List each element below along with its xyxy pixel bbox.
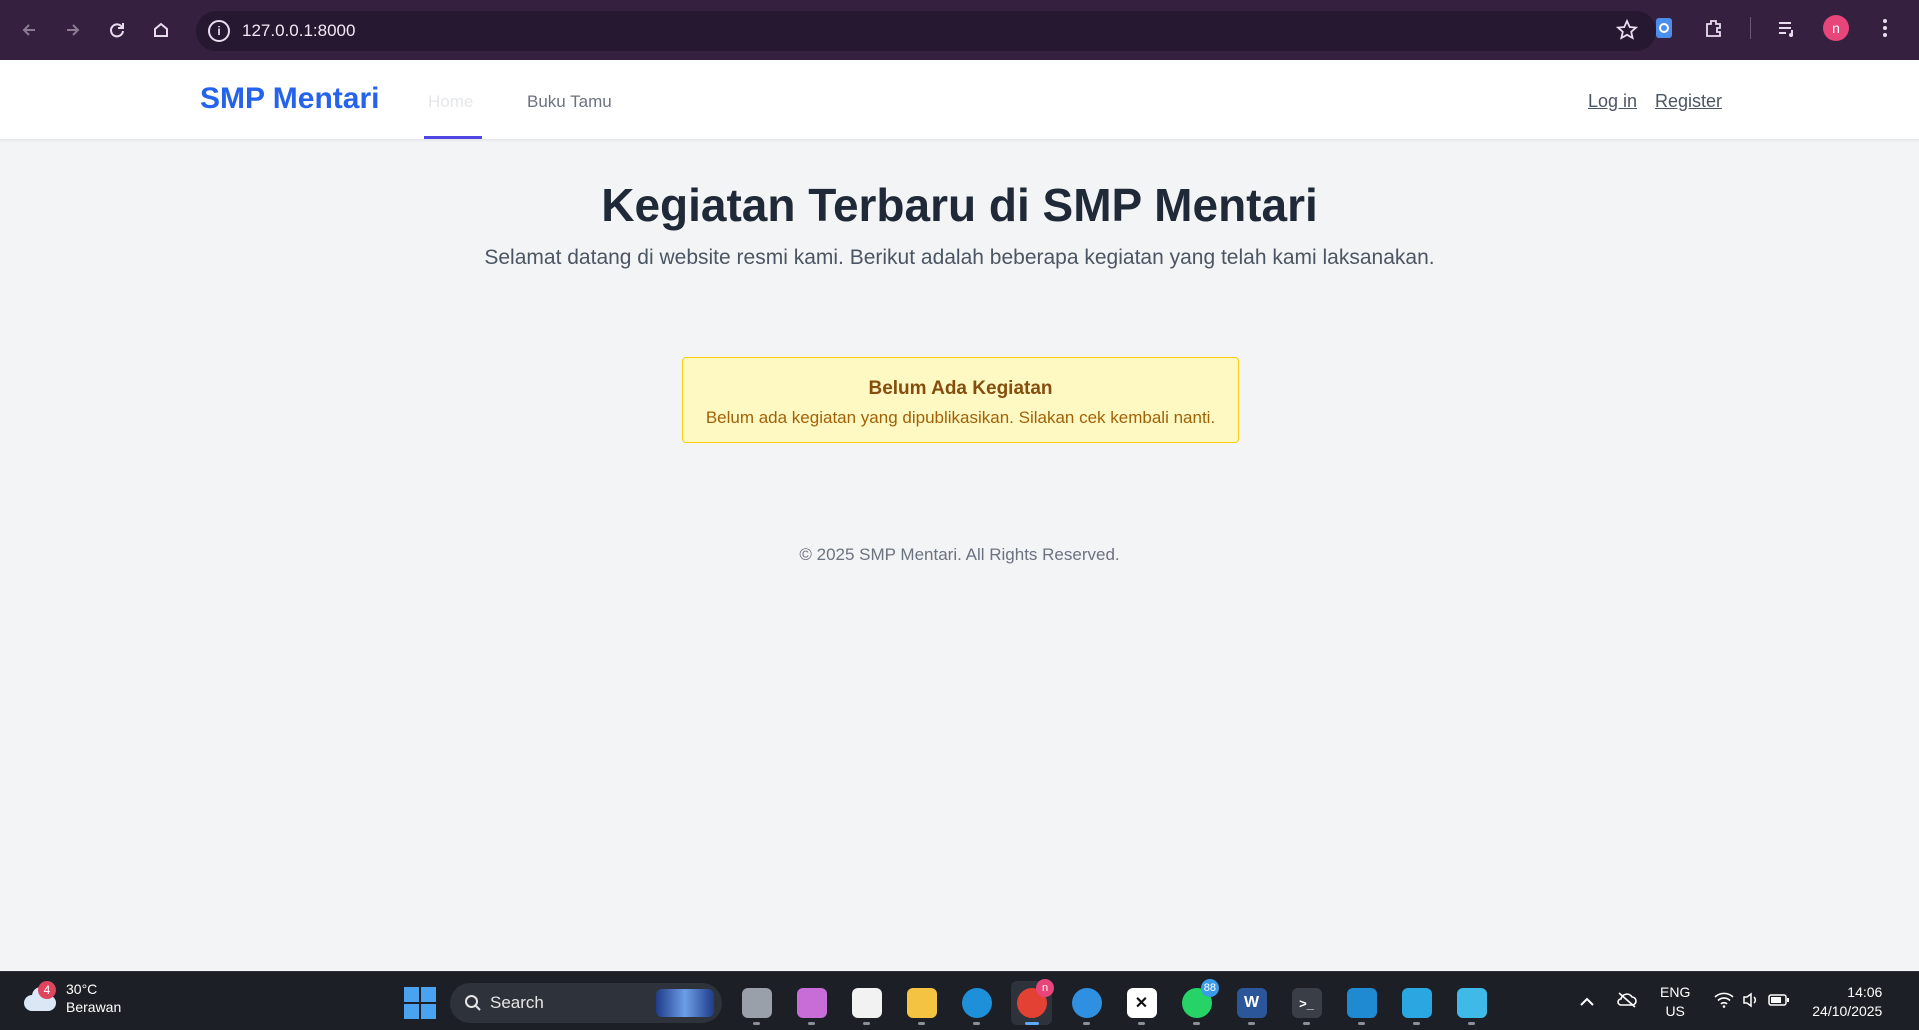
- microsoft-store-icon-glyph: [851, 988, 882, 1018]
- app-icon-blue[interactable]: [1396, 981, 1437, 1025]
- search-highlight-image: [656, 989, 714, 1017]
- running-indicator: [1413, 1022, 1420, 1025]
- site-brand[interactable]: SMP Mentari: [200, 82, 380, 116]
- cloud-off-icon[interactable]: [1616, 991, 1638, 1012]
- lens-extension-icon[interactable]: [1650, 14, 1678, 42]
- capcut-icon-glyph: ✕: [1126, 988, 1157, 1018]
- browser-toolbar: i 127.0.0.1:8000 n: [0, 0, 1919, 60]
- forward-button[interactable]: [58, 15, 88, 45]
- clock-time: 14:06: [1847, 983, 1883, 1000]
- app-icon-blue-glyph: [1401, 988, 1432, 1018]
- battery-icon[interactable]: [1768, 993, 1790, 1010]
- taskbar: 4 30°C Berawan Search n ✕ 88 W >_ ENG US: [0, 971, 1919, 1030]
- start-button[interactable]: [404, 987, 436, 1019]
- help-icon-glyph: [1071, 988, 1102, 1018]
- active-nav-indicator: [424, 136, 482, 139]
- url-text[interactable]: 127.0.0.1:8000: [242, 21, 355, 41]
- clock-date: 24/10/2025: [1812, 1002, 1883, 1019]
- running-indicator: [1083, 1022, 1090, 1025]
- weather-widget[interactable]: 4 30°C Berawan: [22, 980, 121, 1016]
- login-link[interactable]: Log in: [1588, 91, 1637, 112]
- whatsapp-badge: 88: [1200, 979, 1219, 997]
- language-indicator[interactable]: ENG US: [1660, 983, 1690, 1021]
- nav-buku-tamu[interactable]: Buku Tamu: [527, 92, 612, 112]
- taskbar-clock[interactable]: 14:06 24/10/2025: [1802, 983, 1882, 1021]
- search-label: Search: [490, 993, 544, 1012]
- word-icon-glyph: W: [1236, 988, 1267, 1018]
- running-indicator: [808, 1022, 815, 1025]
- register-link[interactable]: Register: [1655, 91, 1722, 112]
- toolbar-divider: [1750, 17, 1751, 39]
- notepad-icon-glyph: [1456, 988, 1487, 1018]
- taskbar-search[interactable]: Search: [450, 983, 722, 1023]
- running-indicator: [863, 1022, 870, 1025]
- weather-badge: 4: [38, 981, 56, 999]
- copilot-icon[interactable]: [791, 981, 832, 1025]
- wifi-icon[interactable]: [1714, 992, 1734, 1011]
- media-controls-icon[interactable]: [1773, 14, 1801, 42]
- menu-kebab-icon[interactable]: [1871, 14, 1899, 42]
- reload-button[interactable]: [102, 15, 132, 45]
- volume-icon[interactable]: [1742, 992, 1760, 1011]
- site-footer: © 2025 SMP Mentari. All Rights Reserved.: [799, 545, 1120, 564]
- vscode-icon[interactable]: [1341, 981, 1382, 1025]
- system-tray: ENG US 14:06 24/10/2025: [1580, 972, 1882, 1030]
- file-explorer-icon-glyph: [906, 988, 937, 1018]
- running-indicator: [1468, 1022, 1475, 1025]
- weather-condition: Berawan: [66, 999, 122, 1015]
- terminal-icon-glyph: >_: [1291, 988, 1322, 1018]
- terminal-icon[interactable]: >_: [1286, 981, 1327, 1025]
- capcut-icon[interactable]: ✕: [1121, 981, 1162, 1025]
- profile-avatar[interactable]: n: [1823, 15, 1849, 41]
- extensions-puzzle-icon[interactable]: [1700, 14, 1728, 42]
- edge-icon[interactable]: [956, 981, 997, 1025]
- task-view-icon-glyph: [741, 988, 772, 1018]
- chrome-badge: n: [1036, 979, 1054, 997]
- search-icon: [465, 995, 481, 1011]
- running-indicator: [1193, 1022, 1200, 1025]
- edge-icon-glyph: [961, 988, 992, 1018]
- running-indicator: [918, 1022, 925, 1025]
- language-region: US: [1665, 1002, 1685, 1019]
- running-indicator: [1248, 1022, 1255, 1025]
- language-code: ENG: [1660, 983, 1691, 1000]
- cloud-weather-icon: 4: [22, 981, 58, 1013]
- alert-title: Belum Ada Kegiatan: [868, 378, 1053, 399]
- bookmark-star-icon[interactable]: [1615, 18, 1639, 46]
- microsoft-store-icon[interactable]: [846, 981, 887, 1025]
- copilot-icon-glyph: [796, 988, 827, 1018]
- whatsapp-icon[interactable]: 88: [1176, 979, 1219, 1025]
- home-button[interactable]: [146, 15, 176, 45]
- word-icon[interactable]: W: [1231, 981, 1272, 1025]
- notepad-icon[interactable]: [1451, 981, 1492, 1025]
- site-info-icon[interactable]: i: [208, 20, 230, 42]
- page-title: Kegiatan Terbaru di SMP Mentari: [601, 179, 1318, 231]
- running-indicator: [1358, 1022, 1365, 1025]
- help-icon[interactable]: [1066, 981, 1107, 1025]
- address-bar[interactable]: i 127.0.0.1:8000: [196, 11, 1656, 51]
- running-indicator: [1303, 1022, 1310, 1025]
- file-explorer-icon[interactable]: [901, 981, 942, 1025]
- page-subtitle: Selamat datang di website resmi kami. Be…: [484, 246, 1435, 269]
- show-hidden-icons-chevron-icon[interactable]: [1580, 994, 1594, 1010]
- site-header: SMP Mentari Home Buku Tamu Log in Regist…: [0, 60, 1919, 140]
- chrome-icon[interactable]: n: [1011, 979, 1054, 1025]
- back-button[interactable]: [14, 15, 44, 45]
- running-indicator: [1025, 1022, 1039, 1025]
- weather-temp: 30°C: [66, 981, 98, 997]
- alert-text: Belum ada kegiatan yang dipublikasikan. …: [705, 408, 1216, 427]
- vscode-icon-glyph: [1346, 988, 1377, 1018]
- running-indicator: [753, 1022, 760, 1025]
- running-indicator: [1138, 1022, 1145, 1025]
- nav-home[interactable]: Home: [428, 92, 473, 112]
- empty-state-alert: Belum Ada Kegiatan Belum ada kegiatan ya…: [682, 357, 1239, 443]
- task-view-icon[interactable]: [736, 981, 777, 1025]
- running-indicator: [973, 1022, 980, 1025]
